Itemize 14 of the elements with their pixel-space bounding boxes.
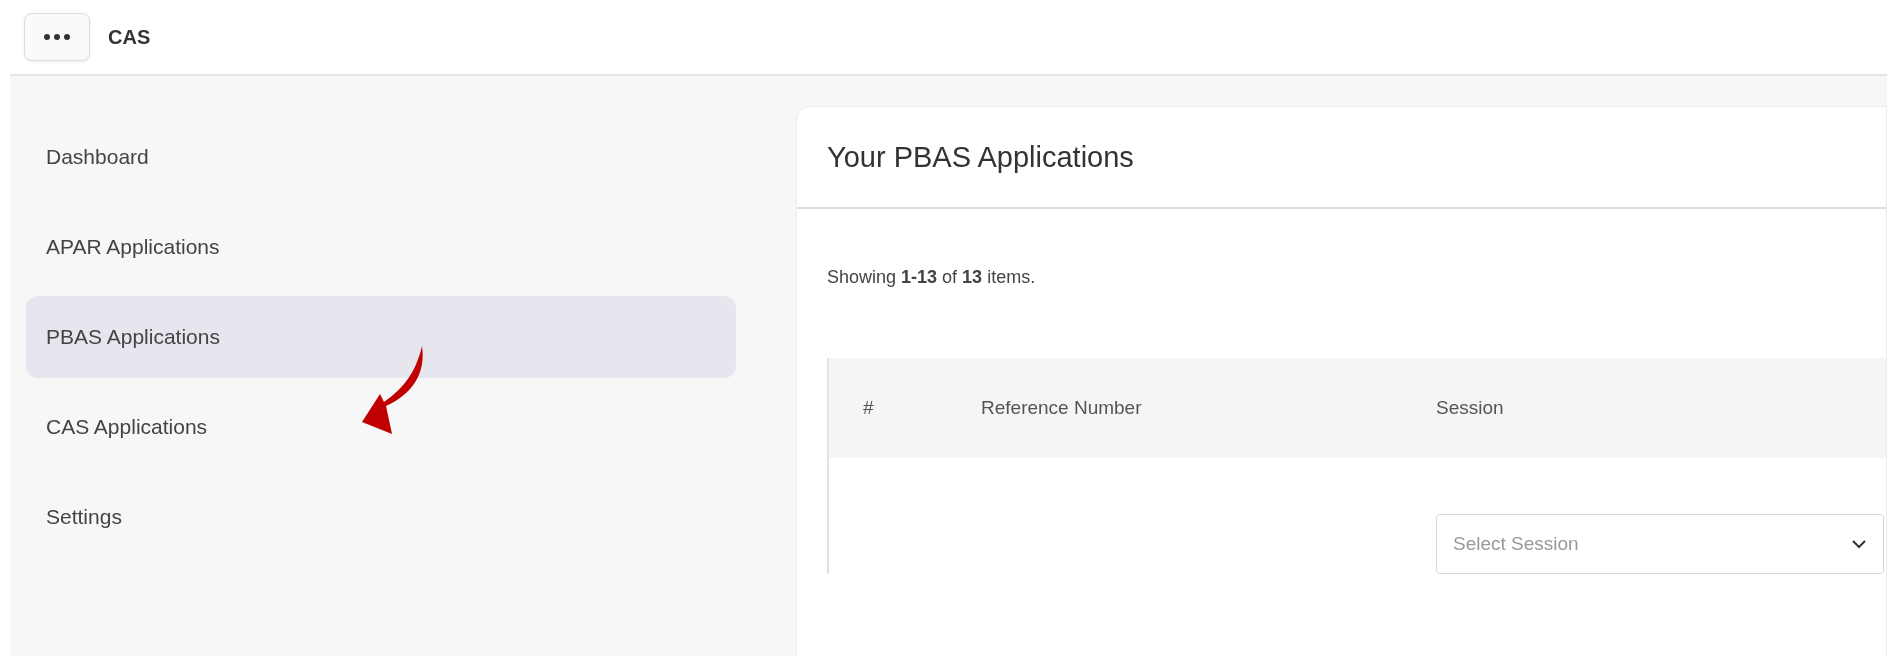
app-title: CAS — [108, 25, 151, 49]
column-header: Session — [1436, 397, 1505, 419]
sidebar-item[interactable]: Settings — [26, 476, 736, 558]
sidebar-item[interactable]: CAS Applications — [26, 386, 736, 468]
card-title: Your PBAS Applications — [827, 140, 1134, 174]
chevron-down-icon — [1851, 539, 1867, 549]
menu-button[interactable] — [24, 13, 90, 61]
summary-text: Showing 1-13 of 13 items. — [827, 267, 1036, 287]
column-header: Reference Number — [981, 397, 1143, 419]
sidebar-item[interactable]: Dashboard — [26, 116, 736, 198]
column-header: # — [862, 397, 875, 419]
more-icon — [43, 33, 71, 41]
sidebar-item[interactable]: APAR Applications — [26, 206, 736, 288]
sidebar-item[interactable]: PBAS Applications — [26, 296, 736, 378]
